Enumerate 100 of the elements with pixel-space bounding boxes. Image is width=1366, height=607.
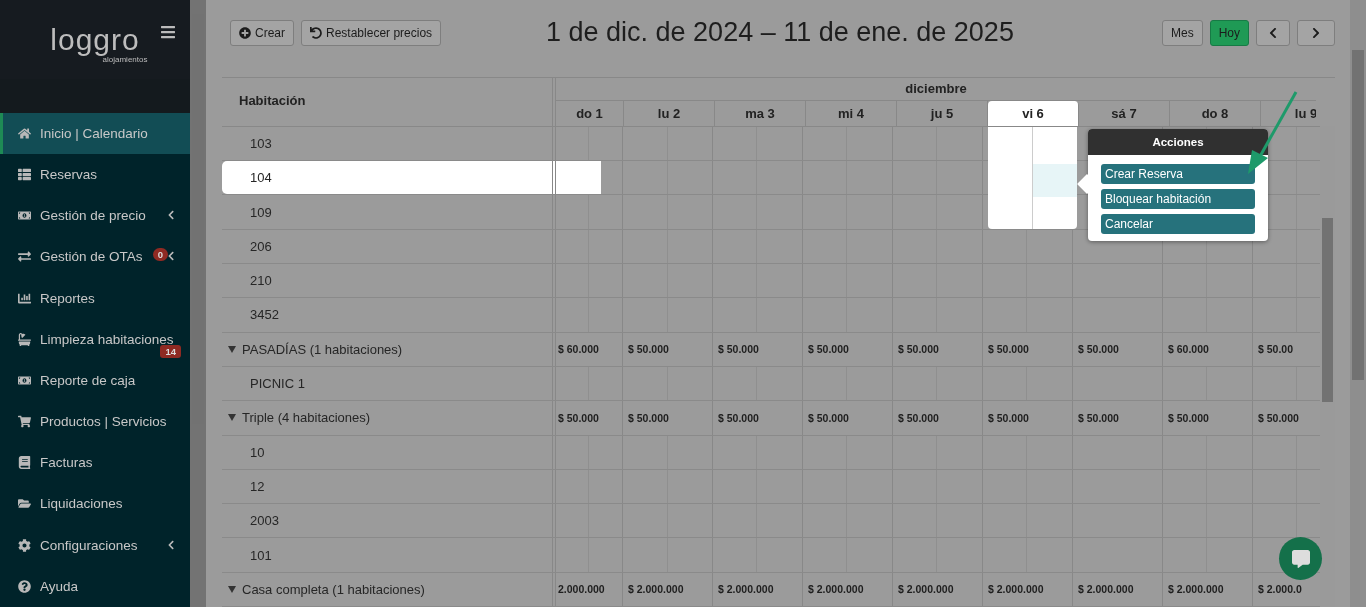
price-cell: $ 50.000 <box>713 401 803 435</box>
sidebar-item[interactable]: Configuraciones <box>0 524 190 566</box>
price-cell: $ 2.000.000 <box>893 572 983 606</box>
day-header: ma 3 <box>715 100 806 126</box>
room-name: 103 <box>250 136 272 151</box>
sidebar-item-label: Inicio | Calendario <box>40 125 148 141</box>
folder-icon <box>18 497 31 511</box>
room-name: 2003 <box>250 513 279 529</box>
arrows-icon <box>18 250 31 264</box>
price-cell: $ 2.000.000 <box>983 572 1073 606</box>
reset-prices-button[interactable]: Restablecer precios <box>301 20 442 47</box>
logo-name: loggro <box>50 25 140 56</box>
room-name: 104 <box>250 170 272 186</box>
price-cell: $ 50.000 <box>803 332 893 366</box>
price-cell: $ 2.000.000 <box>713 572 803 606</box>
group-name: Casa completa (1 habitaciones) <box>242 581 425 597</box>
price-cell: $ 60.000 <box>556 332 623 366</box>
expand-triangle-icon[interactable] <box>228 414 236 422</box>
room-name: 10 <box>250 444 265 460</box>
price-cell: $ 50.000 <box>1163 401 1253 435</box>
month-header: diciembre <box>556 77 1316 101</box>
sidebar-item[interactable]: Inicio | Calendario <box>0 112 190 155</box>
bathtub-icon <box>18 332 31 346</box>
price-cell: $ 50.000 <box>556 401 623 435</box>
today-button[interactable]: Hoy <box>1209 20 1249 47</box>
next-button[interactable] <box>1297 20 1335 47</box>
price-cell: $ 50.000 <box>983 332 1073 366</box>
price-cell: $ 2.000.000 <box>803 572 893 606</box>
price-cell: $ 50.000 <box>623 332 713 366</box>
price-cell: $ 50.000 <box>623 401 713 435</box>
room-name: 3452 <box>250 307 279 323</box>
price-cell: $ 2.000.000 <box>1073 572 1163 606</box>
book-icon <box>18 456 31 470</box>
sidebar-item[interactable]: Limpieza habitaciones 14 <box>0 318 190 360</box>
room-name: PICNIC 1 <box>250 376 305 392</box>
scrollbar[interactable] <box>190 0 206 607</box>
bar-chart-icon <box>18 291 31 305</box>
price-cell: $ 50.000 <box>893 401 983 435</box>
action-button[interactable]: Crear Reserva <box>1101 164 1255 184</box>
action-button[interactable]: Bloquear habitación <box>1101 189 1255 209</box>
chevron-left-icon <box>1267 27 1279 40</box>
sidebar-item[interactable]: Productos | Servicios <box>0 401 190 443</box>
sidebar-item-label: Configuraciones <box>40 537 138 553</box>
sidebar-item-label: Gestión de OTAs <box>40 249 143 265</box>
day-header: sá 7 <box>1079 100 1170 126</box>
day-header: do 1 <box>556 100 624 126</box>
price-cell: $ 50.000 <box>713 332 803 366</box>
room-name: 12 <box>250 478 265 494</box>
sidebar-item[interactable]: Reservas <box>0 154 190 196</box>
help-icon <box>18 579 31 593</box>
day-header: do 8 <box>1170 100 1261 126</box>
home-icon <box>18 126 31 140</box>
column-header: Habitación <box>222 77 556 126</box>
settings-icon <box>18 538 31 552</box>
count-badge: 14 <box>160 344 181 358</box>
date-range-title: 1 de dic. de 2024 – 11 de ene. de 2025 <box>546 17 1014 48</box>
sidebar-item[interactable]: Gestión de precio <box>0 195 190 237</box>
price-cell: $ 50.000 <box>1073 332 1163 366</box>
count-badge: 0 <box>152 248 168 262</box>
room-name: 109 <box>250 204 272 220</box>
previous-button[interactable] <box>1256 20 1290 47</box>
selected-cell[interactable] <box>1033 163 1077 197</box>
sidebar-item[interactable]: Gestión de OTAs 0 <box>0 236 190 278</box>
create-button[interactable]: Crear <box>230 20 294 47</box>
scrollbar[interactable] <box>1350 0 1366 607</box>
menu-icon[interactable] <box>160 24 176 40</box>
expand-triangle-icon[interactable] <box>228 585 236 593</box>
sidebar-item-label: Reportes <box>40 290 95 306</box>
month-view-button[interactable]: Mes <box>1162 20 1203 47</box>
room-name: 206 <box>250 238 272 254</box>
plus-icon <box>239 27 251 40</box>
day-cell[interactable] <box>556 161 623 195</box>
chat-icon <box>1291 549 1310 568</box>
group-name: Triple (4 habitaciones) <box>242 410 371 426</box>
day-header: vi 6 <box>988 100 1079 126</box>
sidebar-item-label: Productos | Servicios <box>40 414 167 430</box>
group-name: PASADÍAS (1 habitaciones) <box>242 341 403 357</box>
room-name: 210 <box>250 273 272 289</box>
list-icon <box>18 168 31 182</box>
chat-button[interactable] <box>1279 537 1322 580</box>
cart-icon <box>18 415 31 429</box>
price-cell: $ 2.000.000 <box>623 572 713 606</box>
sidebar-item-label: Ayuda <box>40 578 79 594</box>
price-cell: $ 50.000 <box>803 401 893 435</box>
sidebar-item-label: Gestión de precio <box>40 208 146 224</box>
price-cell: $ 50.000 <box>1073 401 1163 435</box>
sidebar-item[interactable]: Facturas <box>0 442 190 484</box>
price-cell: $ 50.000 <box>983 401 1073 435</box>
price-cell: $ 50.000 <box>893 332 983 366</box>
day-header: lu 2 <box>624 100 715 126</box>
popover-title: Acciones <box>1088 129 1268 155</box>
day-header: mi 4 <box>806 100 897 126</box>
price-cell: $ 60.000 <box>1163 332 1253 366</box>
sidebar-item[interactable]: Ayuda <box>0 565 190 607</box>
action-button[interactable]: Cancelar <box>1101 214 1255 234</box>
sidebar-item[interactable]: Liquidaciones <box>0 483 190 525</box>
sidebar-item[interactable]: Reportes <box>0 277 190 319</box>
expand-triangle-icon[interactable] <box>228 345 236 353</box>
sidebar-item[interactable]: Reporte de caja <box>0 359 190 402</box>
price-cell: 2.000.000 <box>556 572 623 606</box>
